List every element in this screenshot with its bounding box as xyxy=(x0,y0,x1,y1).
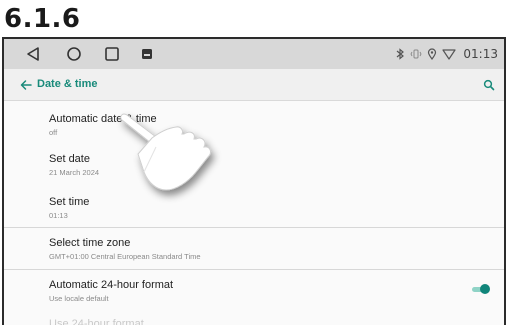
triangle-back-icon[interactable] xyxy=(22,43,44,65)
navigation-bar: 01:13 xyxy=(4,39,504,69)
setting-select-time-zone[interactable]: Select time zone GMT+01:00 Central Europ… xyxy=(49,236,201,262)
image-notification-icon[interactable] xyxy=(136,43,158,65)
status-area: 01:13 xyxy=(395,39,498,69)
setting-title: Use 24-hour format xyxy=(49,318,144,325)
setting-use-24-hour-format[interactable]: Use 24-hour format xyxy=(49,317,144,325)
setting-subtitle: Use locale default xyxy=(49,294,109,303)
vibrate-icon xyxy=(410,48,422,60)
automatic-24-hour-toggle[interactable] xyxy=(470,284,490,294)
back-arrow-icon[interactable] xyxy=(18,77,34,93)
pointing-hand-icon xyxy=(116,110,226,220)
setting-automatic-24-hour-format[interactable]: Automatic 24-hour format Use locale defa… xyxy=(49,278,173,304)
setting-set-time[interactable]: Set time 01:13 xyxy=(49,195,89,221)
document-section-number: 6.1.6 xyxy=(4,4,81,34)
setting-title: Select time zone xyxy=(49,237,131,249)
status-clock: 01:13 xyxy=(463,47,498,61)
setting-subtitle: GMT+01:00 Central European Standard Time xyxy=(49,252,201,261)
section-divider xyxy=(4,269,504,270)
search-icon[interactable] xyxy=(482,78,496,92)
square-recents-icon[interactable] xyxy=(101,43,123,65)
setting-title: Automatic 24-hour format xyxy=(49,279,174,291)
section-divider xyxy=(4,227,504,228)
setting-title: Set date xyxy=(49,153,90,165)
wifi-icon xyxy=(442,48,457,60)
setting-set-date[interactable]: Set date 21 March 2024 xyxy=(49,152,99,178)
toggle-thumb xyxy=(480,284,490,294)
setting-title: Set time xyxy=(49,196,90,208)
page-title: Date & time xyxy=(37,78,98,90)
app-bar: Date & time xyxy=(4,69,504,101)
setting-subtitle: 21 March 2024 xyxy=(49,168,100,177)
location-icon xyxy=(427,48,437,60)
setting-subtitle: 01:13 xyxy=(49,211,68,220)
circle-home-icon[interactable] xyxy=(63,43,85,65)
bluetooth-icon xyxy=(395,48,405,60)
tablet-screen: 01:13 Date & time Automatic date & time … xyxy=(2,37,506,325)
